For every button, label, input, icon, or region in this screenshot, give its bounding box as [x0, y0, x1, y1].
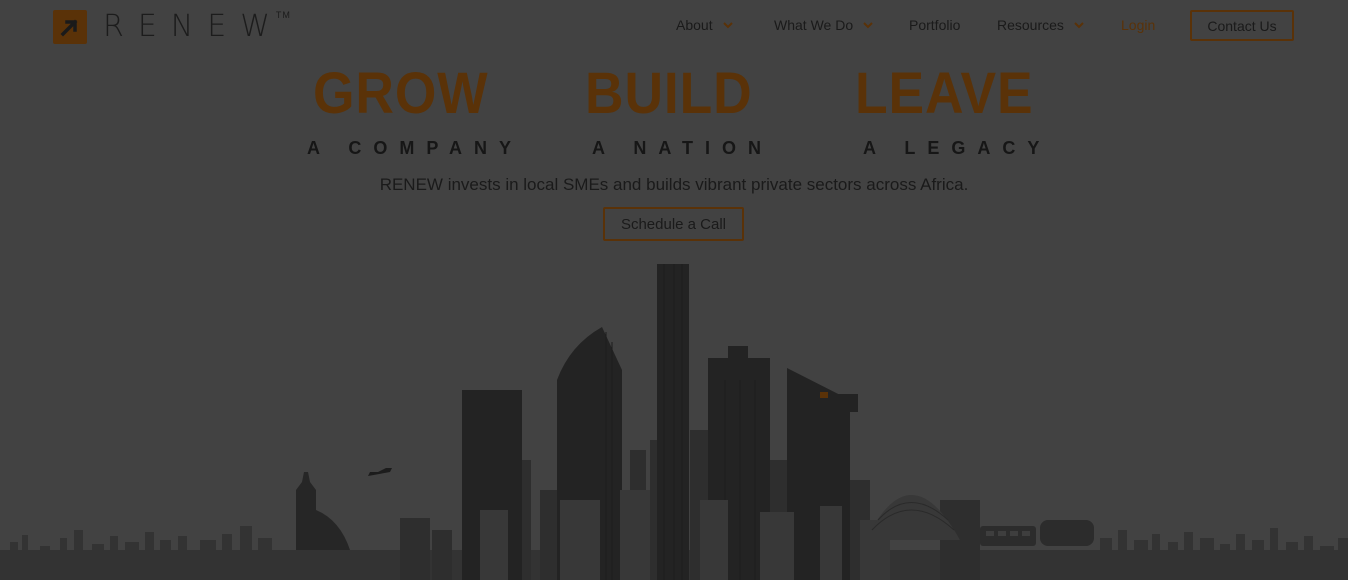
hero-word-leave: LEAVE [855, 61, 1034, 126]
nav-item-about[interactable]: About [676, 17, 734, 33]
hero-sub-nation: A NATION [592, 138, 773, 158]
nav-item-label: Resources [997, 17, 1064, 33]
hero-sub-company: A COMPANY [307, 138, 523, 158]
chevron-down-icon [863, 22, 873, 29]
nav-item-resources[interactable]: Resources [997, 17, 1085, 33]
site-header: RENEW TM About What We Do Portfolio Reso… [0, 0, 1348, 52]
hero-sub-legacy: A LEGACY [863, 138, 1052, 158]
nav-item-label: Portfolio [909, 17, 961, 33]
nav-item-portfolio[interactable]: Portfolio [909, 17, 960, 33]
city-skyline-illustration [0, 264, 1348, 580]
hero-word-build: BUILD [585, 61, 753, 126]
hero-tagline: RENEW invests in local SMEs and builds v… [379, 175, 969, 194]
nav-item-what-we-do[interactable]: What We Do [774, 17, 874, 33]
chevron-down-icon [1074, 22, 1084, 29]
login-link[interactable]: Login [1121, 17, 1155, 33]
chevron-down-icon [722, 22, 733, 29]
hero-word-grow: GROW [313, 61, 489, 126]
nav-item-label: About [676, 17, 713, 33]
schedule-call-button[interactable]: Schedule a Call [603, 207, 744, 241]
main-nav: About What We Do Portfolio Resources Log… [0, 0, 1348, 52]
nav-item-label: What We Do [774, 17, 854, 33]
contact-us-button[interactable]: Contact Us [1190, 10, 1294, 41]
